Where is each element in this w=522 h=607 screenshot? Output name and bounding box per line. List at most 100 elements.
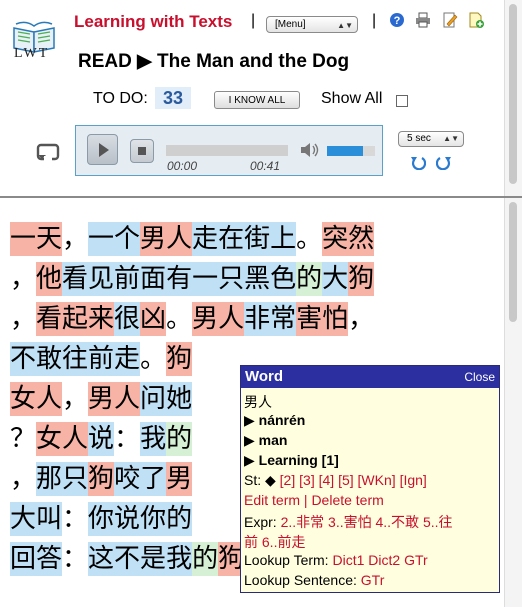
word-token[interactable]: 狗 bbox=[348, 262, 375, 296]
word-token[interactable]: 街上 bbox=[244, 222, 297, 256]
word-token[interactable]: 的 bbox=[192, 542, 219, 576]
status-change-row: St: ◆ [2] [3] [4] [5] [WKn] [Ign] bbox=[244, 472, 427, 489]
stop-button[interactable] bbox=[130, 139, 154, 163]
scrollbar-thumb[interactable] bbox=[509, 4, 517, 184]
seek-bar[interactable] bbox=[166, 145, 288, 156]
word-token[interactable]: 很 bbox=[114, 302, 141, 336]
word-token[interactable]: 一只 bbox=[192, 262, 245, 296]
word-token[interactable]: 问 bbox=[140, 382, 167, 416]
edit-text-icon[interactable] bbox=[442, 12, 458, 28]
punctuation: 。 bbox=[166, 304, 193, 334]
text-scrollbar[interactable] bbox=[504, 198, 522, 607]
status-link-well-known[interactable]: [WKn] bbox=[358, 472, 396, 488]
word-token[interactable]: 男人 bbox=[88, 382, 141, 416]
word-token[interactable]: 看起来 bbox=[36, 302, 115, 336]
word-token[interactable]: 说 bbox=[88, 422, 115, 456]
word-token[interactable]: 有 bbox=[166, 262, 193, 296]
app-title[interactable]: Learning with Texts bbox=[74, 12, 232, 32]
word-token[interactable]: 前面 bbox=[114, 262, 167, 296]
total-time: 00:41 bbox=[250, 159, 281, 173]
word-token[interactable]: 黑色 bbox=[244, 262, 297, 296]
new-text-icon[interactable] bbox=[468, 12, 484, 28]
word-token[interactable]: 往 bbox=[62, 342, 89, 376]
seek-forward-icon[interactable] bbox=[436, 154, 452, 170]
audio-player: 00:00 00:41 bbox=[75, 125, 383, 176]
text-line: ，那只狗咬了男 bbox=[10, 462, 193, 496]
word-token[interactable]: 女人 bbox=[36, 422, 89, 456]
word-token[interactable]: 看见 bbox=[62, 262, 115, 296]
word-token[interactable]: 男人 bbox=[140, 222, 193, 256]
word-token[interactable]: 大 bbox=[322, 262, 349, 296]
header-scrollbar[interactable] bbox=[504, 0, 522, 196]
punctuation: 。 bbox=[296, 224, 323, 254]
gtr-term-link[interactable]: GTr bbox=[404, 552, 428, 568]
word-token[interactable]: 害怕 bbox=[296, 302, 349, 336]
play-button[interactable] bbox=[87, 134, 118, 165]
word-token[interactable]: 前 bbox=[88, 342, 115, 376]
word-token[interactable]: 在 bbox=[218, 222, 245, 256]
word-token[interactable]: 的 bbox=[296, 262, 323, 296]
word-token[interactable]: 你的 bbox=[140, 502, 193, 536]
volume-icon[interactable] bbox=[300, 142, 320, 158]
separator: | bbox=[372, 12, 377, 29]
word-token[interactable]: 狗 bbox=[88, 462, 115, 496]
i-know-all-button[interactable]: I KNOW ALL bbox=[214, 91, 300, 109]
status-link-2[interactable]: [2] bbox=[280, 472, 296, 488]
status-link-3[interactable]: [3] bbox=[299, 472, 315, 488]
status-value: Learning [1] bbox=[258, 452, 339, 468]
word-token[interactable]: 我 bbox=[140, 422, 167, 456]
repeat-icon[interactable] bbox=[36, 142, 60, 162]
text-line: 大叫：你说你的 bbox=[10, 502, 193, 536]
status-link-4[interactable]: [4] bbox=[319, 472, 335, 488]
word-token[interactable]: 说 bbox=[114, 502, 141, 536]
word-token[interactable]: 回答 bbox=[10, 542, 63, 576]
expressions-links-continued[interactable]: 前 6..前走 bbox=[244, 532, 305, 552]
scrollbar-thumb[interactable] bbox=[509, 202, 517, 322]
word-token[interactable]: 我 bbox=[166, 542, 193, 576]
word-token[interactable]: 不是 bbox=[114, 542, 167, 576]
dict1-link[interactable]: Dict1 bbox=[332, 552, 364, 568]
word-token[interactable]: 的 bbox=[166, 422, 193, 456]
expressions-links[interactable]: 2..非常 3..害怕 4..不敢 5..往 bbox=[281, 514, 453, 530]
word-token[interactable]: 凶 bbox=[140, 302, 167, 336]
status-link-ignore[interactable]: [Ign] bbox=[400, 472, 427, 488]
word-token[interactable]: 狗 bbox=[166, 342, 193, 376]
seek-step-select[interactable]: 5 sec ▲▼ bbox=[398, 131, 464, 147]
edit-term-link[interactable]: Edit term bbox=[244, 492, 300, 508]
text-line: 女人，男人问她 bbox=[10, 382, 193, 416]
word-token[interactable]: 女人 bbox=[10, 382, 63, 416]
show-all-checkbox[interactable] bbox=[396, 95, 408, 107]
popup-term: 男人 bbox=[244, 394, 272, 410]
gtr-sentence-link[interactable]: GTr bbox=[361, 572, 385, 588]
help-icon[interactable]: ? bbox=[389, 12, 405, 28]
romanization-value: nánrén bbox=[258, 412, 306, 428]
word-token[interactable]: 她 bbox=[166, 382, 193, 416]
popup-close-link[interactable]: Close bbox=[464, 370, 495, 384]
todo-count: 33 bbox=[155, 87, 191, 109]
delete-term-link[interactable]: Delete term bbox=[311, 492, 383, 508]
text-line: 不敢往前走。狗 bbox=[10, 342, 193, 376]
word-token[interactable]: 突然 bbox=[322, 222, 375, 256]
word-token[interactable]: 不敢 bbox=[10, 342, 63, 376]
word-token[interactable]: 你 bbox=[88, 502, 115, 536]
word-token[interactable]: 一个 bbox=[88, 222, 141, 256]
status-link-5[interactable]: [5] bbox=[338, 472, 354, 488]
seek-step-value: 5 sec bbox=[407, 133, 431, 144]
word-token[interactable]: 只 bbox=[62, 462, 89, 496]
word-token[interactable]: 他 bbox=[36, 262, 63, 296]
word-token[interactable]: 咬了 bbox=[114, 462, 167, 496]
volume-slider[interactable] bbox=[327, 146, 375, 156]
print-icon[interactable] bbox=[415, 12, 431, 28]
word-token[interactable]: 这 bbox=[88, 542, 115, 576]
word-token[interactable]: 大叫 bbox=[10, 502, 63, 536]
word-token[interactable]: 男 bbox=[166, 462, 193, 496]
menu-select[interactable]: [Menu] ▲▼ bbox=[266, 16, 358, 33]
word-token[interactable]: 走 bbox=[114, 342, 141, 376]
word-token[interactable]: 走 bbox=[192, 222, 219, 256]
word-token[interactable]: 男人 bbox=[192, 302, 245, 336]
dict2-link[interactable]: Dict2 bbox=[368, 552, 400, 568]
word-token[interactable]: 那 bbox=[36, 462, 63, 496]
word-token[interactable]: 一天 bbox=[10, 222, 63, 256]
word-token[interactable]: 非常 bbox=[244, 302, 297, 336]
seek-back-icon[interactable] bbox=[410, 154, 426, 170]
